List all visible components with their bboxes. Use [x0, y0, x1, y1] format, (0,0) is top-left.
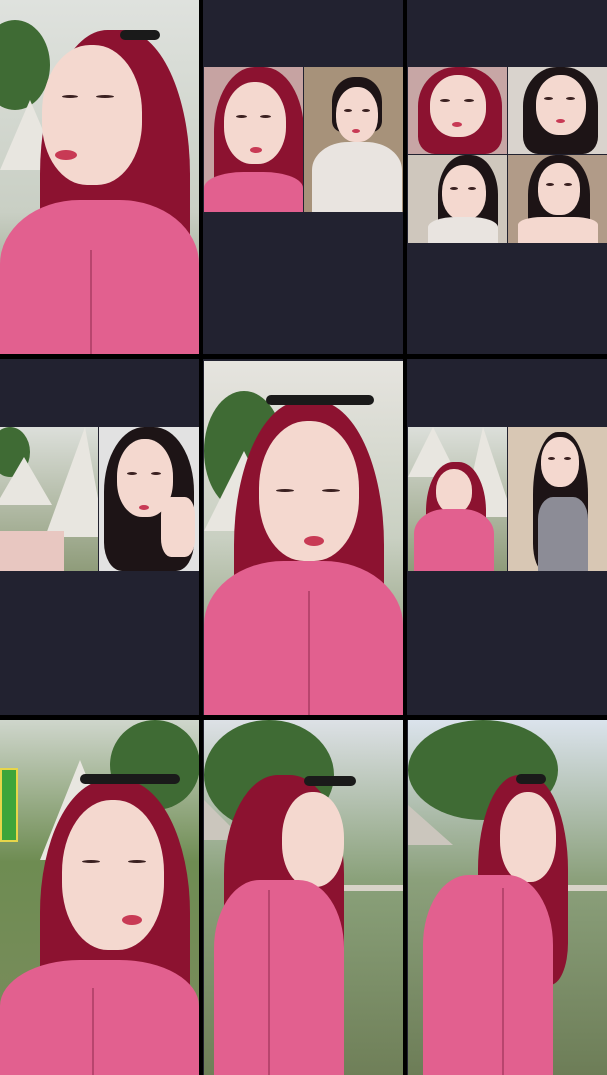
grid-cell-r1c2[interactable]	[203, 0, 403, 354]
quad-photo-2	[508, 67, 607, 154]
split-photo-right	[304, 67, 403, 212]
split-photo-right	[99, 427, 199, 571]
grid-cell-r3c2[interactable]	[203, 720, 403, 1075]
portrait-photo	[0, 0, 199, 354]
grid-cell-r1c1[interactable]	[0, 0, 199, 354]
quad-photo-1	[408, 67, 507, 154]
quad-photo-3	[408, 155, 507, 243]
video-grid	[0, 0, 607, 1075]
grid-divider	[0, 715, 607, 720]
grid-divider	[403, 0, 407, 1075]
split-photo-right	[508, 427, 607, 571]
grid-cell-r2c1[interactable]	[0, 359, 199, 715]
grid-divider	[0, 354, 607, 359]
portrait-photo	[0, 720, 199, 1075]
grid-cell-r2c2[interactable]	[203, 359, 403, 715]
green-sign	[0, 768, 18, 842]
grid-cell-r3c3[interactable]	[407, 720, 607, 1075]
grid-cell-r2c3[interactable]	[407, 359, 607, 715]
portrait-photo	[204, 361, 403, 715]
portrait-photo	[204, 720, 403, 1075]
quad-photo-4	[508, 155, 607, 243]
grid-cell-r1c3[interactable]	[407, 0, 607, 354]
split-photo-left	[408, 427, 507, 571]
grid-cell-r3c1[interactable]	[0, 720, 199, 1075]
split-photo-left	[204, 67, 303, 212]
grid-divider	[199, 0, 203, 1075]
portrait-photo	[408, 720, 607, 1075]
split-photo-left	[0, 427, 98, 571]
